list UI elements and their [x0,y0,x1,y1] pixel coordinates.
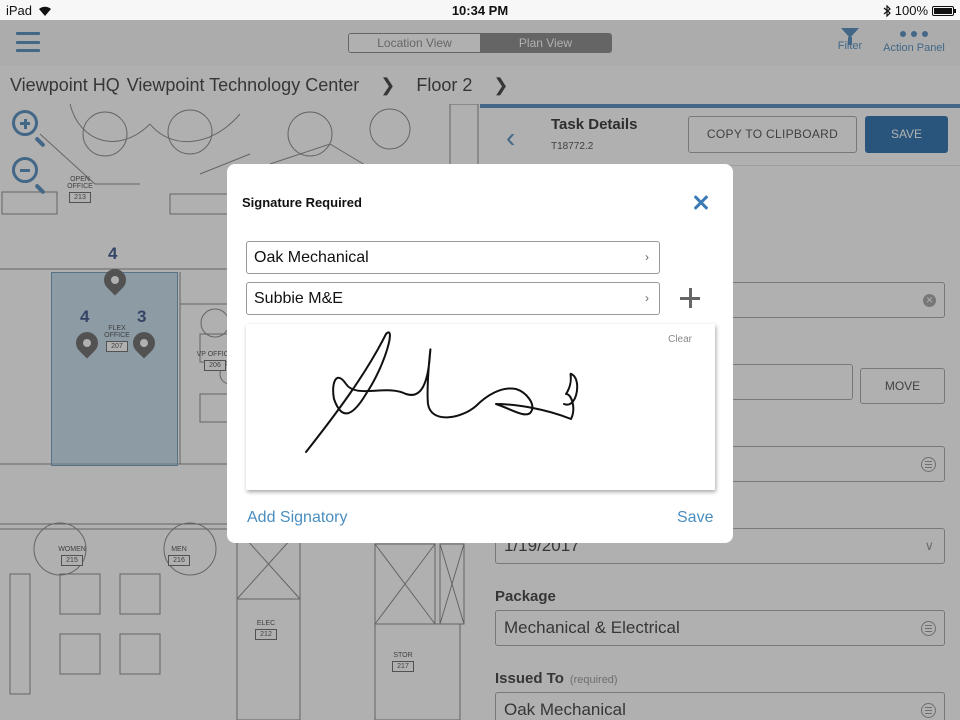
add-signatory-button[interactable]: Add Signatory [247,509,348,527]
signature-stroke [305,331,579,453]
clock: 10:34 PM [451,3,509,18]
company-value: Oak Mechanical [254,249,369,266]
add-icon[interactable] [680,288,700,308]
battery-icon [932,5,956,16]
company-select[interactable]: Oak Mechanical › [246,241,660,274]
modal-title: Signature Required [242,195,362,210]
signature-modal: Signature Required Oak Mechanical › Subbi… [227,164,733,543]
chevron-right-icon: › [645,250,649,264]
battery-percent: 100% [894,3,928,18]
signatory-select[interactable]: Subbie M&E › [246,282,660,315]
signatory-value: Subbie M&E [254,290,343,307]
save-signature-button[interactable]: Save [677,509,713,527]
close-icon[interactable] [689,190,715,216]
status-bar: iPad 10:34 PM 100% [0,0,960,20]
signature-pad[interactable]: Clear [246,324,715,490]
chevron-right-icon: › [645,291,649,305]
bluetooth-icon [883,4,891,17]
